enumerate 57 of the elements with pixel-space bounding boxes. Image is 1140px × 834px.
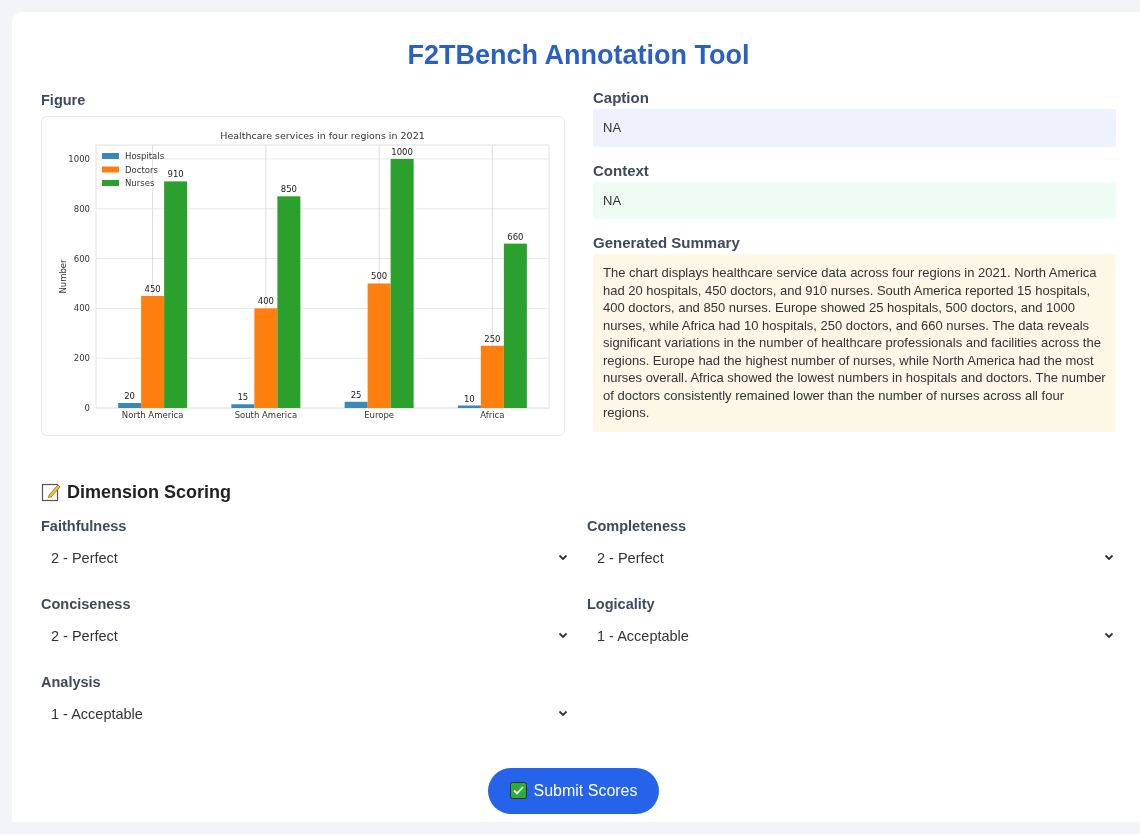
field-label: Caption <box>593 89 650 106</box>
memo-icon <box>41 482 61 502</box>
category-label: North America <box>121 410 184 420</box>
value-label: 660 <box>507 231 524 242</box>
score-label: Completeness <box>587 517 687 534</box>
legend-swatch <box>102 166 119 173</box>
score-select[interactable]: 2 - Perfect <box>41 539 570 576</box>
chevron-icon <box>558 554 568 561</box>
score-label: Analysis <box>41 673 101 690</box>
tick-label: 600 <box>73 253 90 264</box>
score-select[interactable]: 1 - Acceptable <box>587 617 1116 654</box>
field-label: Context <box>593 161 650 179</box>
field-label: Generated Summary <box>593 234 741 251</box>
value-label: 1000 <box>391 146 413 157</box>
text-box: NA <box>593 181 1116 219</box>
category-label: Europe <box>364 410 395 420</box>
text-box: The chart displays healthcare service data across four regions in 2021. North America had 20 hospitals, 450 doctors, and 910 nurses. South America reported 15 hospitals, 400 doctors, and 850 nurses. Europe showed 25 hospitals, 500 doctors, and 1000 nurses, while Africa had 10 hospitals, 250 doctors, and 660 nurses. The data reveals significant variations in the number of healthcare professionals and facilities across the regions. Europe had the highest number of nurses, while North America had the most nurses overall. Africa showed the lowest numbers in hospitals and doctors. The number of doctors consistently remained lower than the number of nurses across all four regions. <box>593 254 1116 432</box>
score-select[interactable]: 2 - Perfect <box>587 539 1116 576</box>
tick-label: 200 <box>73 353 90 364</box>
score-select[interactable]: 1 - Acceptable <box>41 695 570 732</box>
legend-label: Nurses <box>125 178 155 188</box>
legend-label: Doctors <box>125 164 158 175</box>
category-label: South America <box>234 410 298 420</box>
page-title: F2TBench Annotation Tool <box>406 40 751 71</box>
score-select[interactable]: 2 - Perfect <box>41 617 570 654</box>
chart-title: Healthcare services in four regions in 2021 <box>220 130 425 141</box>
check-icon <box>510 782 528 799</box>
text-box: NA <box>593 109 1116 147</box>
score-label: Logicality <box>587 595 655 612</box>
value-label: 910 <box>167 169 184 180</box>
value-label: 450 <box>144 283 161 294</box>
value-label: 25 <box>350 389 362 400</box>
legend-label: Hospitals <box>125 151 165 161</box>
figure-label: Figure <box>41 92 86 108</box>
section-heading: Dimension Scoring <box>67 481 232 503</box>
axis-title: Number <box>58 259 68 294</box>
chevron-icon <box>558 632 568 639</box>
value-label: 250 <box>484 333 501 344</box>
tick-label: 800 <box>73 203 90 214</box>
tick-label: 400 <box>73 303 90 314</box>
tick-label: 0 <box>84 403 90 413</box>
value-label: 850 <box>280 184 297 195</box>
value-label: 500 <box>371 271 388 282</box>
value-label: 400 <box>257 296 274 307</box>
score-label: Conciseness <box>41 595 131 612</box>
legend-swatch <box>102 180 119 186</box>
tick-label: 1000 <box>68 153 90 164</box>
chevron-icon <box>558 710 568 717</box>
legend-swatch <box>102 153 119 159</box>
value-label: 15 <box>237 392 249 403</box>
submit-button[interactable]: Submit Scores <box>488 767 659 814</box>
category-label: Africa <box>480 410 505 420</box>
chevron-icon <box>1104 632 1114 639</box>
value-label: 20 <box>124 391 136 401</box>
score-label: Faithfulness <box>41 517 127 534</box>
chevron-icon <box>1104 554 1114 561</box>
value-label: 10 <box>463 393 475 404</box>
